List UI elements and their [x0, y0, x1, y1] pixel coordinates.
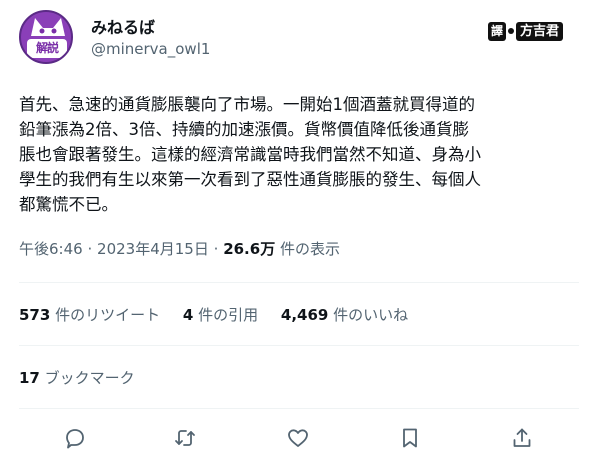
tweet-text: 首先、急速的通貨膨脹襲向了市場。一開始1個酒蓋就買得道的 鉛筆漲為2倍、3倍、持… — [19, 95, 481, 214]
likes-count: 4,469 — [280, 306, 329, 324]
like-icon[interactable] — [286, 426, 310, 450]
watermark-dot — [508, 28, 515, 34]
user-handle[interactable]: @minerva_owl1 — [91, 40, 210, 58]
watermark-name: 方吉君 — [516, 21, 564, 41]
view-label: 件の表示 — [279, 240, 340, 258]
bookmarks-stat[interactable]: 17 ブックマーク — [19, 367, 135, 388]
engagement-stats: 573 件のリツイート 4 件の引用 4,469 件のいいね — [19, 304, 426, 325]
bookmarks-count: 17 — [19, 369, 40, 387]
reply-icon[interactable] — [63, 426, 87, 450]
bookmark-icon[interactable] — [398, 426, 422, 450]
retweet-icon[interactable] — [173, 426, 197, 450]
tweet-meta: 午後6:46 · 2023年4月15日 · 26.6万 件の表示 — [19, 238, 340, 259]
owl-ears-icon — [31, 18, 65, 36]
retweets-stat[interactable]: 573 件のリツイート — [19, 306, 160, 324]
retweets-count: 573 — [19, 306, 51, 324]
divider — [19, 282, 579, 283]
meta-separator: · — [87, 240, 93, 258]
divider — [19, 345, 579, 346]
quotes-count: 4 — [182, 306, 194, 324]
tweet-time[interactable]: 午後6:46 — [19, 240, 83, 258]
bookmarks-label: ブックマーク — [44, 369, 135, 387]
avatar[interactable]: 解説 — [19, 10, 73, 64]
avatar-label: 解説 — [27, 39, 67, 58]
likes-label: 件のいいね — [333, 306, 409, 324]
action-bar — [19, 418, 579, 458]
quotes-label: 件の引用 — [198, 306, 259, 324]
retweets-label: 件のリツイート — [55, 306, 161, 324]
tweet-date[interactable]: 2023年4月15日 — [97, 240, 209, 258]
likes-stat[interactable]: 4,469 件のいいね — [281, 306, 408, 324]
watermark: 譯 方吉君 — [488, 20, 564, 42]
quotes-stat[interactable]: 4 件の引用 — [183, 306, 258, 324]
meta-separator: · — [213, 240, 219, 258]
divider — [19, 408, 579, 409]
watermark-mark: 譯 — [488, 21, 507, 41]
share-icon[interactable] — [510, 426, 534, 450]
view-count: 26.6万 — [223, 240, 276, 258]
display-name[interactable]: みねるば — [91, 14, 155, 38]
